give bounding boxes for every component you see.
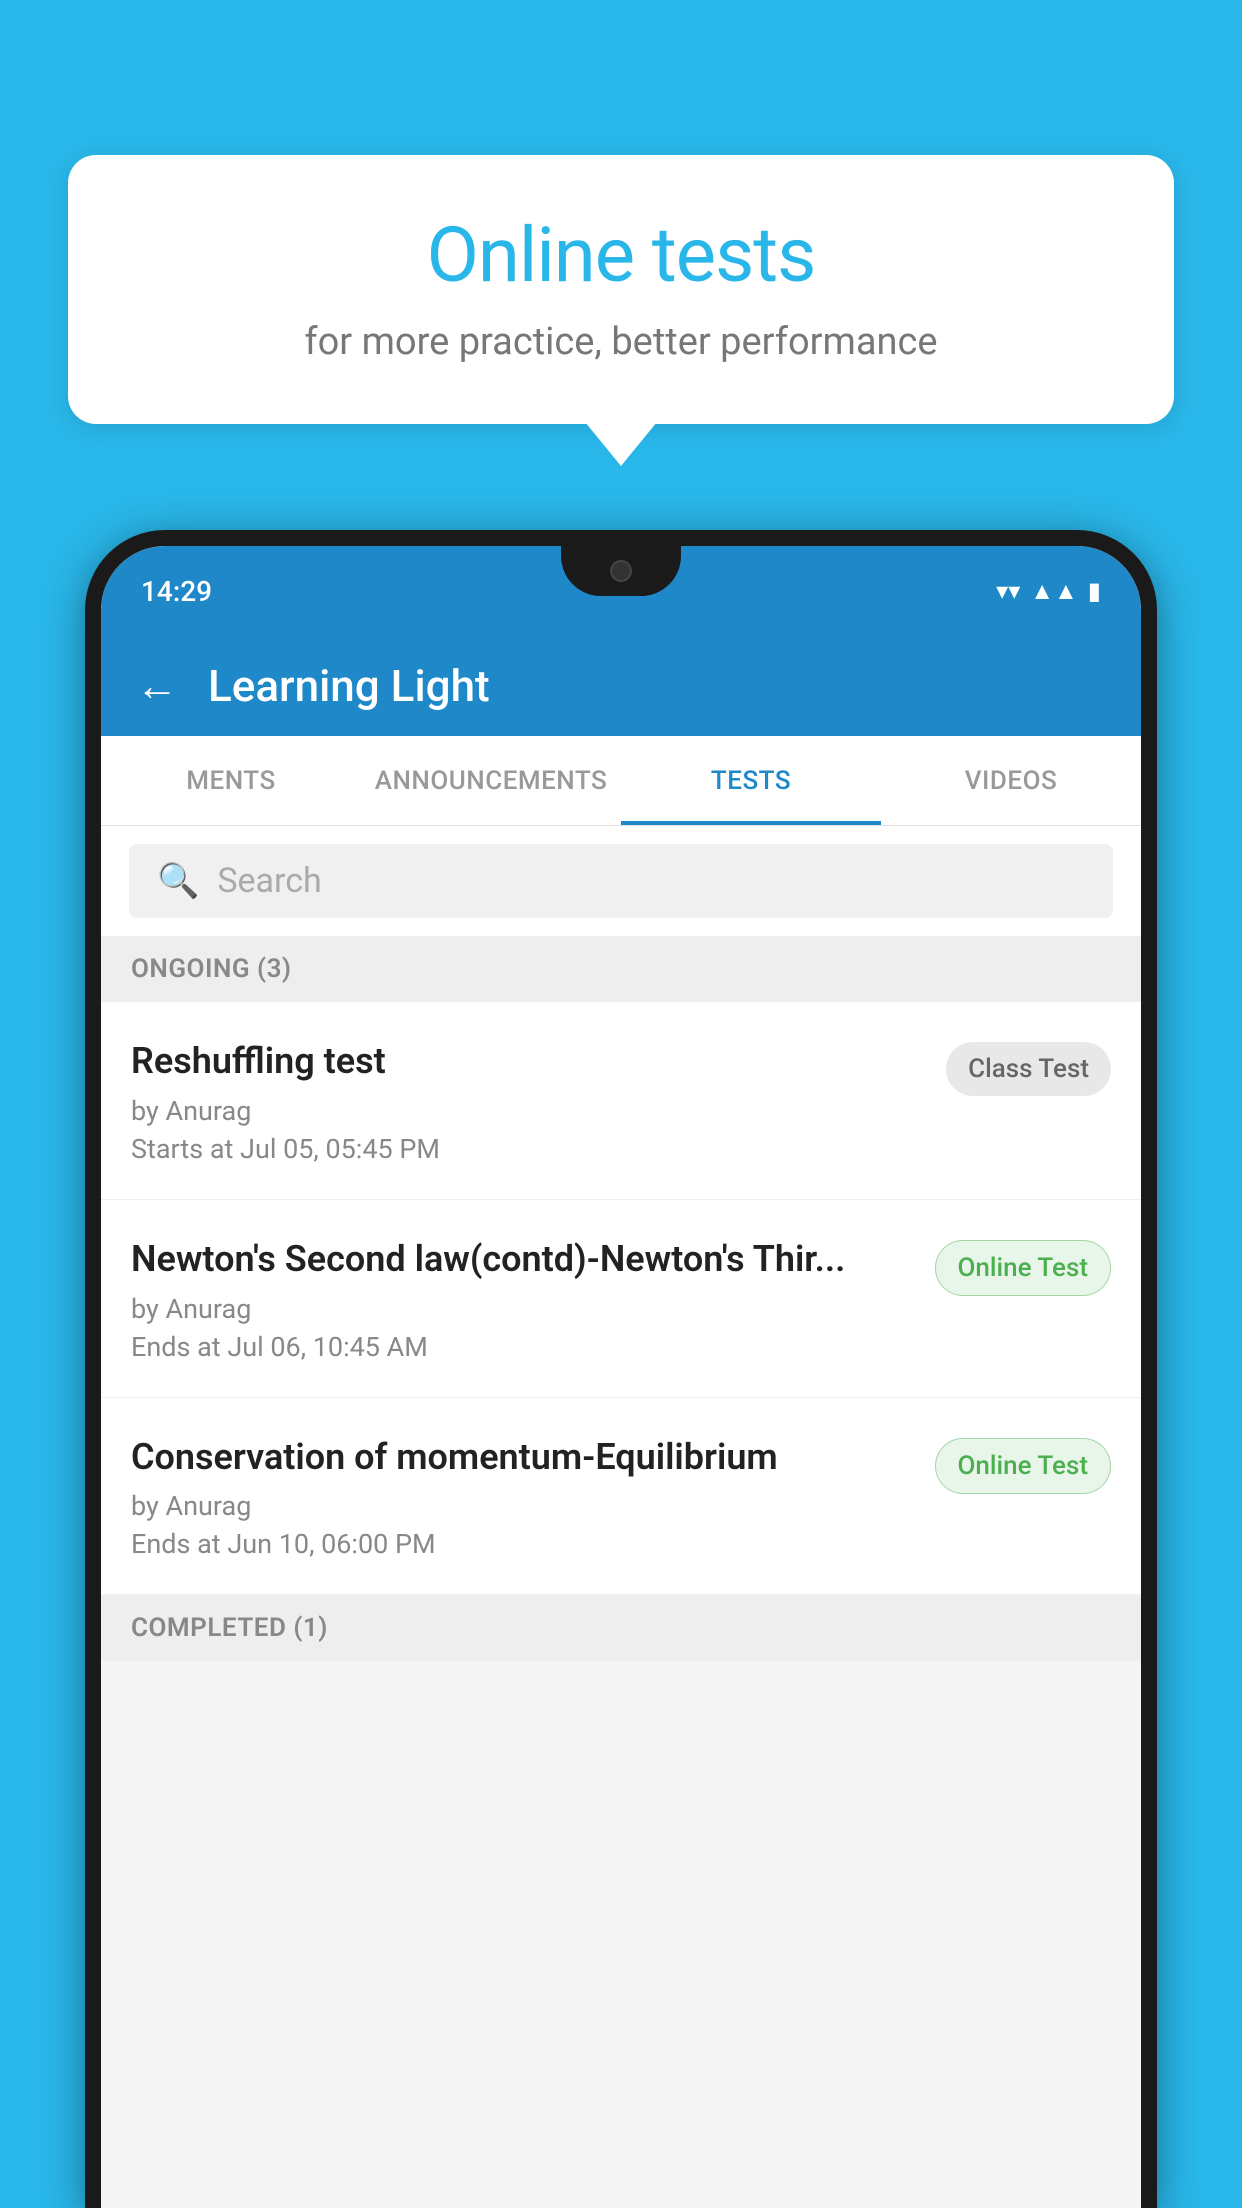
test-badge-1: Class Test [946, 1042, 1111, 1096]
phone-screen: 14:29 ▾▾ ▲▲ ▮ ← Learning Light MENTS ANN… [101, 546, 1141, 2208]
tab-announcements[interactable]: ANNOUNCEMENTS [361, 736, 621, 825]
wifi-icon: ▾▾ [996, 577, 1020, 605]
completed-section-header: COMPLETED (1) [101, 1595, 1141, 1661]
tab-ments[interactable]: MENTS [101, 736, 361, 825]
test-info-3: Conservation of momentum-Equilibrium by … [131, 1434, 915, 1561]
status-time: 14:29 [141, 575, 212, 608]
phone-frame: 14:29 ▾▾ ▲▲ ▮ ← Learning Light MENTS ANN… [85, 530, 1157, 2208]
tab-videos[interactable]: VIDEOS [881, 736, 1141, 825]
test-author-1: by Anurag [131, 1095, 926, 1127]
app-title: Learning Light [208, 660, 490, 712]
test-badge-3: Online Test [935, 1438, 1112, 1494]
test-info-1: Reshuffling test by Anurag Starts at Jul… [131, 1038, 926, 1165]
tabs-bar: MENTS ANNOUNCEMENTS TESTS VIDEOS [101, 736, 1141, 826]
signal-icon: ▲▲ [1030, 577, 1078, 606]
ongoing-section-header: ONGOING (3) [101, 936, 1141, 1002]
status-icons: ▾▾ ▲▲ ▮ [996, 577, 1101, 606]
test-item-1[interactable]: Reshuffling test by Anurag Starts at Jul… [101, 1002, 1141, 1200]
app-header: ← Learning Light [101, 636, 1141, 736]
test-info-2: Newton's Second law(contd)-Newton's Thir… [131, 1236, 915, 1363]
notch-cutout [561, 546, 681, 596]
test-time-1: Starts at Jul 05, 05:45 PM [131, 1133, 926, 1165]
search-placeholder: Search [217, 861, 321, 901]
test-name-2: Newton's Second law(contd)-Newton's Thir… [131, 1236, 915, 1283]
bubble-subtitle: for more practice, better performance [128, 320, 1114, 364]
test-name-3: Conservation of momentum-Equilibrium [131, 1434, 915, 1481]
test-item-3[interactable]: Conservation of momentum-Equilibrium by … [101, 1398, 1141, 1596]
test-author-2: by Anurag [131, 1293, 915, 1325]
test-badge-2: Online Test [935, 1240, 1112, 1296]
search-container: 🔍 Search [101, 826, 1141, 936]
search-icon: 🔍 [157, 861, 199, 901]
battery-icon: ▮ [1088, 577, 1101, 605]
bubble-title: Online tests [128, 210, 1114, 300]
back-button[interactable]: ← [136, 662, 178, 711]
test-time-3: Ends at Jun 10, 06:00 PM [131, 1528, 915, 1560]
speech-bubble-container: Online tests for more practice, better p… [68, 155, 1174, 424]
search-bar[interactable]: 🔍 Search [129, 844, 1113, 918]
speech-bubble: Online tests for more practice, better p… [68, 155, 1174, 424]
tab-tests[interactable]: TESTS [621, 736, 881, 825]
test-name-1: Reshuffling test [131, 1038, 926, 1085]
test-author-3: by Anurag [131, 1490, 915, 1522]
test-list: Reshuffling test by Anurag Starts at Jul… [101, 1002, 1141, 1595]
test-item-2[interactable]: Newton's Second law(contd)-Newton's Thir… [101, 1200, 1141, 1398]
status-bar: 14:29 ▾▾ ▲▲ ▮ [101, 546, 1141, 636]
test-time-2: Ends at Jul 06, 10:45 AM [131, 1331, 915, 1363]
camera [610, 560, 632, 582]
